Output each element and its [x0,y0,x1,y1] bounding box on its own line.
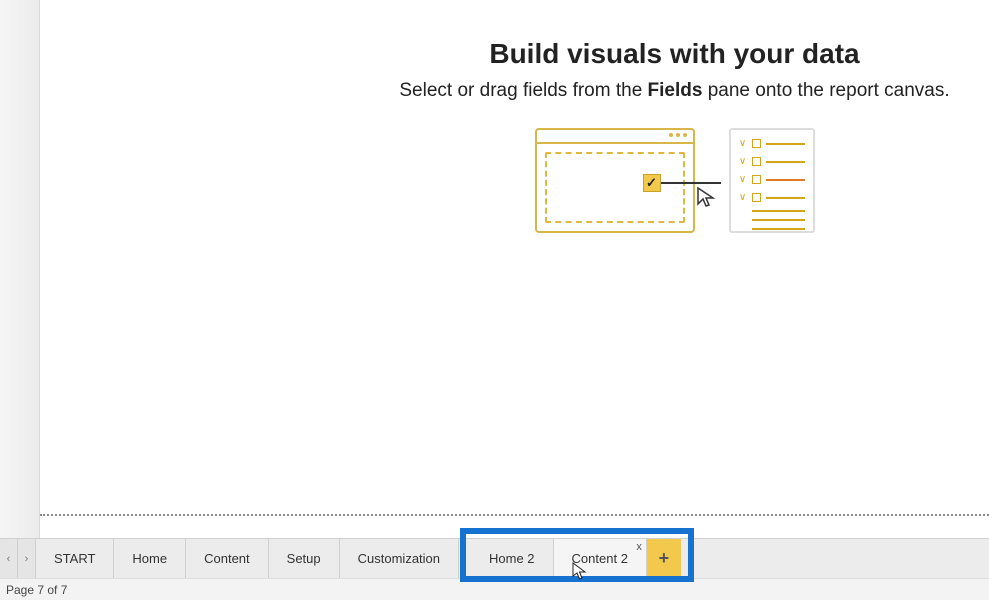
close-icon[interactable]: x [636,541,642,553]
page-tab-customization[interactable]: Customization [340,539,459,578]
empty-state-sub-bold: Fields [648,80,703,101]
page-tab-content[interactable]: Content [186,539,269,578]
empty-state-subtitle: Select or drag fields from the Fields pa… [360,80,989,102]
page-tab-home-2[interactable]: Home 2 [471,539,554,578]
tab-label: Setup [287,551,321,566]
page-tab-home[interactable]: Home [114,539,186,578]
tab-label: Content [204,551,250,566]
tab-gap [459,539,471,578]
page-tab-start[interactable]: START [36,539,114,578]
canvas-bottom-divider [40,514,989,516]
page-tab-bar: ‹ › START Home Content Setup Customizati… [0,538,989,578]
empty-state-sub-pre: Select or drag fields from the [399,80,647,101]
illus-drop-area [545,152,685,223]
empty-state-sub-post: pane onto the report canvas. [702,80,949,101]
empty-state-illustration: ✓ ∨ ∨ ∨ ∨ [535,128,815,238]
page-tab-content-2[interactable]: Content 2 x [554,539,647,578]
illus-fields-pane: ∨ ∨ ∨ ∨ [729,128,815,233]
tab-label: Customization [358,551,440,566]
illus-drag-line [661,182,721,184]
add-page-button[interactable]: + [647,539,681,578]
illus-window-dots [669,133,687,137]
tab-label: Content 2 [572,551,628,566]
tab-nav-next[interactable]: › [18,539,36,578]
empty-state-title: Build visuals with your data [360,38,989,70]
tab-label: Home [132,551,167,566]
cursor-icon [695,186,719,210]
report-canvas[interactable]: Build visuals with your data Select or d… [40,0,989,516]
tab-label: Home 2 [489,551,535,566]
status-bar: Page 7 of 7 [0,578,989,600]
left-rail [0,0,40,600]
empty-state: Build visuals with your data Select or d… [40,38,989,243]
app-root: Build visuals with your data Select or d… [0,0,989,600]
illus-canvas-window [535,128,695,233]
illus-checkbox-icon: ✓ [643,174,661,192]
illus-titlebar [537,130,693,144]
page-tab-setup[interactable]: Setup [269,539,340,578]
tab-label: START [54,551,95,566]
tab-nav-prev[interactable]: ‹ [0,539,18,578]
page-indicator: Page 7 of 7 [6,583,67,597]
